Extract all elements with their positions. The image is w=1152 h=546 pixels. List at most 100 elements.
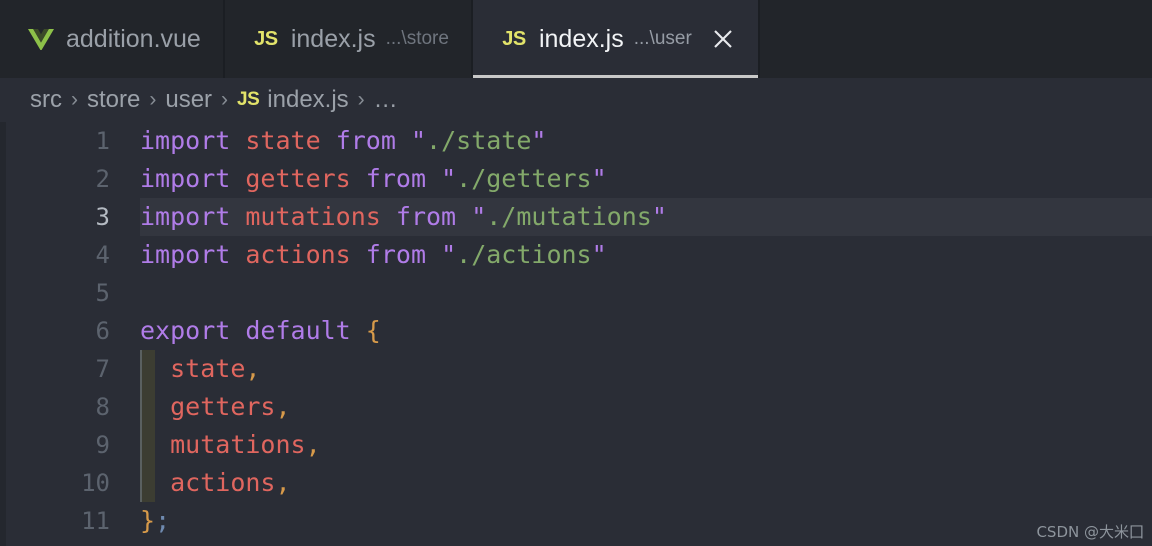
line-number: 11 xyxy=(81,507,110,535)
chevron-right-icon: › xyxy=(71,88,78,111)
token-id: actions xyxy=(170,468,276,497)
token-quote: " xyxy=(591,164,607,193)
code-line[interactable]: 10 actions, xyxy=(0,464,1152,502)
token-quote: " xyxy=(591,240,607,269)
token-quote: " xyxy=(531,126,547,155)
token-punc: } xyxy=(140,506,156,535)
token-sp xyxy=(396,126,411,155)
breadcrumb-item-src[interactable]: src xyxy=(30,86,62,114)
tab-addition-vue[interactable]: addition.vue xyxy=(0,0,225,78)
js-icon: JS xyxy=(237,89,260,110)
token-str: ./state xyxy=(426,126,532,155)
line-number: 10 xyxy=(81,469,110,497)
token-kw: from xyxy=(335,126,396,155)
token-id: mutations xyxy=(170,430,306,459)
token-id: state xyxy=(170,354,246,383)
line-number: 1 xyxy=(95,127,110,155)
token-sp xyxy=(230,202,245,231)
token-quote: " xyxy=(651,202,667,231)
token-sp xyxy=(140,392,170,421)
code-text: actions, xyxy=(140,464,291,502)
line-number: 3 xyxy=(95,203,110,231)
token-kw: from xyxy=(365,164,427,193)
token-sp xyxy=(230,126,245,155)
token-punc: , xyxy=(275,392,291,421)
code-line[interactable]: 6 export default { xyxy=(0,312,1152,350)
token-kw: from xyxy=(395,202,457,231)
token-kw: import xyxy=(140,202,231,231)
tab-bar-empty-space xyxy=(759,0,1152,78)
code-text: import actions from "./actions" xyxy=(140,236,607,274)
code-line[interactable]: 2 import getters from "./getters" xyxy=(0,160,1152,198)
token-punc: , xyxy=(275,468,291,497)
editor-left-strip xyxy=(0,122,6,546)
code-text: import mutations from "./mutations" xyxy=(140,198,667,236)
close-icon[interactable] xyxy=(710,26,736,52)
tab-description: ...\store xyxy=(385,28,449,49)
token-quote: " xyxy=(471,202,487,231)
code-text: export default { xyxy=(140,312,381,350)
token-sp xyxy=(426,164,441,193)
code-line[interactable]: 5 xyxy=(0,274,1152,312)
code-line[interactable]: 3 import mutations from "./mutations" xyxy=(0,198,1152,236)
token-sp xyxy=(140,354,170,383)
editor-tab-bar: addition.vue JS index.js ...\store JS in… xyxy=(0,0,1152,78)
line-number: 7 xyxy=(95,355,110,383)
js-icon: JS xyxy=(501,28,527,51)
line-number: 2 xyxy=(95,165,110,193)
tab-label: index.js xyxy=(538,24,624,53)
token-kw: from xyxy=(365,240,427,269)
line-number: 6 xyxy=(95,317,110,345)
token-str: ./mutations xyxy=(486,202,652,231)
token-punc: , xyxy=(245,354,261,383)
line-number: 12 xyxy=(0,540,110,546)
chevron-right-icon: › xyxy=(221,88,229,111)
breadcrumb-item-index-js[interactable]: index.js xyxy=(267,86,348,114)
code-text: import getters from "./getters" xyxy=(140,160,607,198)
line-number: 5 xyxy=(95,279,110,307)
token-sp xyxy=(351,316,366,345)
token-semi: ; xyxy=(155,506,171,535)
token-sp xyxy=(230,316,245,345)
code-content[interactable]: 1 import state from "./state" 2 import gett… xyxy=(0,122,1152,546)
token-sp xyxy=(230,240,245,269)
token-kw: export xyxy=(140,316,231,345)
code-line[interactable]: 4 import actions from "./actions" xyxy=(0,236,1152,274)
code-line[interactable]: 9 mutations, xyxy=(0,426,1152,464)
token-sp xyxy=(381,202,396,231)
code-line[interactable]: 8 getters, xyxy=(0,388,1152,426)
token-id: actions xyxy=(245,240,351,269)
token-quote: " xyxy=(410,126,427,155)
line-number: 4 xyxy=(95,241,110,269)
token-id: getters xyxy=(170,392,276,421)
vscode-window: addition.vue JS index.js ...\store JS in… xyxy=(0,0,1152,546)
token-punc: { xyxy=(365,316,381,345)
code-line[interactable]: 1 import state from "./state" xyxy=(0,122,1152,160)
tab-description: ...\user xyxy=(633,28,692,49)
breadcrumb-item-store[interactable]: store xyxy=(87,86,140,114)
tab-label: index.js xyxy=(290,24,376,53)
token-sp xyxy=(456,202,471,231)
breadcrumb-item-user[interactable]: user xyxy=(165,86,212,114)
vue-icon xyxy=(28,28,54,50)
token-str: ./getters xyxy=(456,164,592,193)
tab-index-js-store[interactable]: JS index.js ...\store xyxy=(224,0,473,78)
token-quote: " xyxy=(441,240,457,269)
token-kw: import xyxy=(140,240,231,269)
chevron-right-icon: › xyxy=(149,88,157,111)
code-line[interactable]: 11}; xyxy=(0,502,1152,540)
js-icon-text: JS xyxy=(502,27,526,50)
tab-index-js-user[interactable]: JS index.js ...\user xyxy=(472,0,760,78)
token-str: ./actions xyxy=(456,240,592,269)
chevron-right-icon: › xyxy=(357,88,365,111)
code-editor[interactable]: 1 import state from "./state" 2 import gett… xyxy=(0,122,1152,546)
token-sp xyxy=(230,164,245,193)
code-text: import state from "./state" xyxy=(140,122,546,160)
breadcrumb-item-symbols[interactable]: … xyxy=(374,86,398,114)
code-line[interactable]: 12 xyxy=(0,540,1152,546)
token-quote: " xyxy=(441,164,457,193)
token-sp xyxy=(140,468,170,497)
code-text: getters, xyxy=(140,388,291,426)
code-text: state, xyxy=(140,350,260,388)
code-line[interactable]: 7 state, xyxy=(0,350,1152,388)
